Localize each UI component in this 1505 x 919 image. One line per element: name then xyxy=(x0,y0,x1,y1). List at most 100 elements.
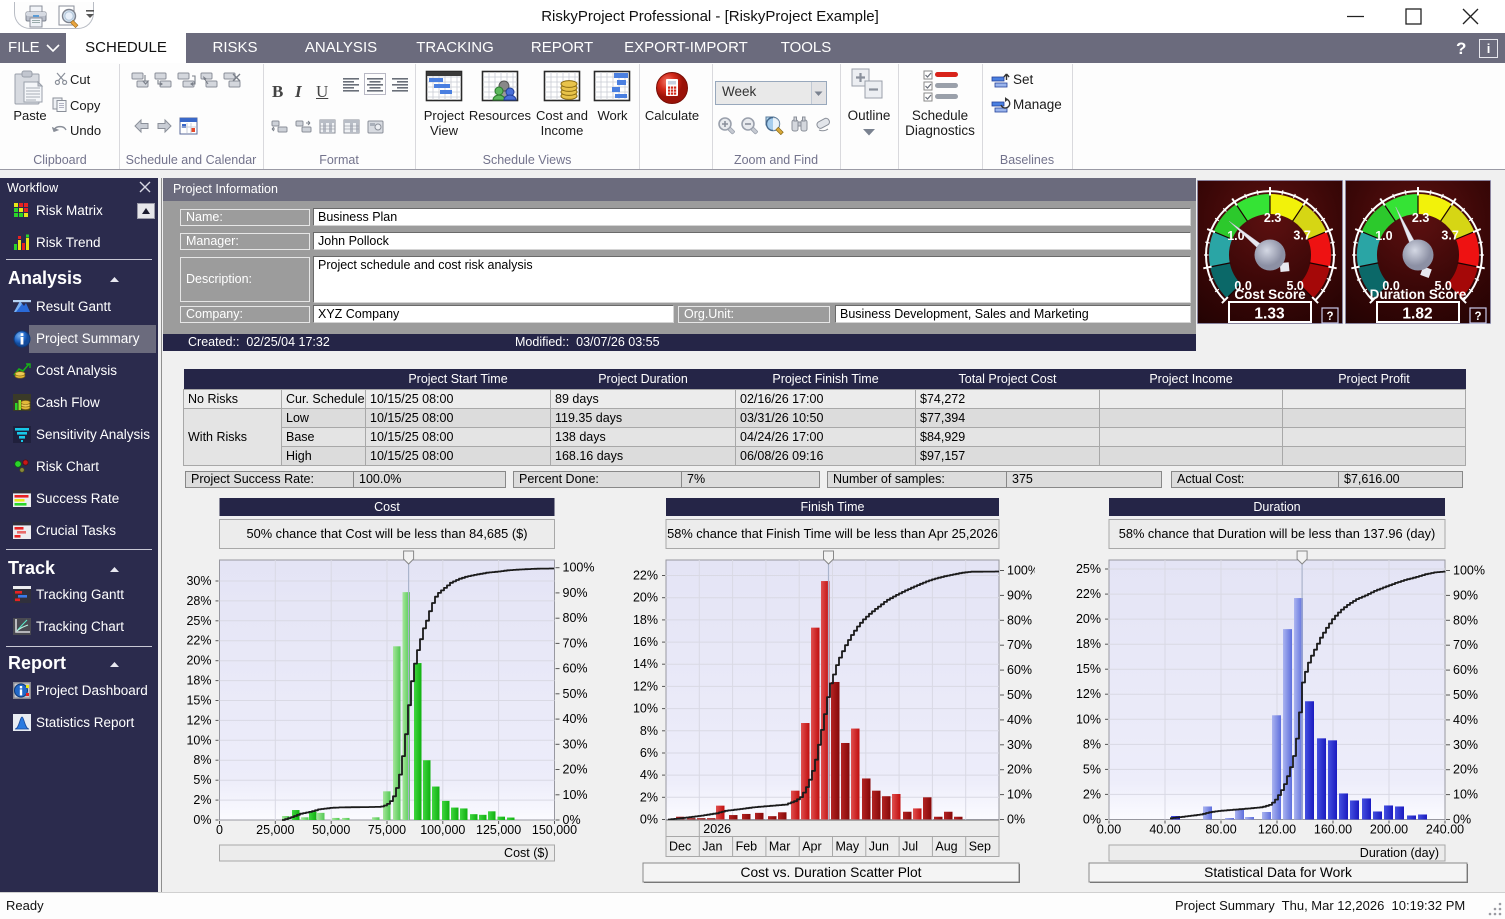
svg-text:8%: 8% xyxy=(640,724,658,738)
svg-text:125,000: 125,000 xyxy=(476,823,521,837)
svg-text:2%: 2% xyxy=(193,793,211,807)
svg-text:15%: 15% xyxy=(1076,662,1101,676)
svg-text:28%: 28% xyxy=(186,594,211,608)
svg-text:Statistical Data for Work: Statistical Data for Work xyxy=(1204,865,1352,880)
svg-text:90%: 90% xyxy=(1453,588,1478,602)
svg-text:16%: 16% xyxy=(633,635,658,649)
svg-text:40%: 40% xyxy=(1453,713,1478,727)
svg-text:10%: 10% xyxy=(1007,788,1032,802)
svg-text:20%: 20% xyxy=(633,591,658,605)
svg-text:25%: 25% xyxy=(1076,562,1101,576)
svg-text:75,000: 75,000 xyxy=(368,823,406,837)
svg-text:10%: 10% xyxy=(633,702,658,716)
svg-text:40.00: 40.00 xyxy=(1149,823,1180,837)
svg-text:2.3: 2.3 xyxy=(1264,211,1281,225)
svg-text:70%: 70% xyxy=(1453,638,1478,652)
svg-text:12%: 12% xyxy=(186,713,211,727)
svg-text:90%: 90% xyxy=(1007,588,1032,602)
svg-text:Cost ($): Cost ($) xyxy=(504,846,548,860)
svg-text:12%: 12% xyxy=(633,679,658,693)
svg-text:20%: 20% xyxy=(1076,612,1101,626)
svg-text:Aug: Aug xyxy=(935,840,957,854)
svg-text:60%: 60% xyxy=(563,662,588,676)
svg-text:20%: 20% xyxy=(1453,763,1478,777)
svg-text:0%: 0% xyxy=(193,813,211,827)
svg-text:2026: 2026 xyxy=(703,822,731,836)
svg-text:1.33: 1.33 xyxy=(1254,306,1285,323)
svg-text:?: ? xyxy=(1474,311,1481,323)
svg-text:50%: 50% xyxy=(1453,688,1478,702)
svg-text:8%: 8% xyxy=(193,753,211,767)
svg-text:2%: 2% xyxy=(640,790,658,804)
svg-text:30%: 30% xyxy=(186,574,211,588)
svg-text:8%: 8% xyxy=(1083,737,1101,751)
svg-text:15%: 15% xyxy=(186,694,211,708)
svg-text:100,000: 100,000 xyxy=(420,823,465,837)
svg-text:22%: 22% xyxy=(186,634,211,648)
svg-text:Duration (day): Duration (day) xyxy=(1360,846,1439,860)
svg-text:10%: 10% xyxy=(1453,788,1478,802)
svg-text:10%: 10% xyxy=(186,733,211,747)
svg-text:30%: 30% xyxy=(563,737,588,751)
svg-text:2%: 2% xyxy=(1083,787,1101,801)
svg-text:100%: 100% xyxy=(1007,564,1035,578)
svg-text:May: May xyxy=(836,840,860,854)
svg-text:80%: 80% xyxy=(1007,613,1032,627)
svg-text:50%: 50% xyxy=(563,687,588,701)
svg-text:240.00: 240.00 xyxy=(1426,823,1464,837)
svg-text:2.3: 2.3 xyxy=(1412,211,1429,225)
svg-text:22%: 22% xyxy=(633,569,658,583)
svg-text:100%: 100% xyxy=(1453,564,1485,578)
svg-text:25,000: 25,000 xyxy=(256,823,294,837)
svg-text:?: ? xyxy=(1326,311,1333,323)
svg-text:Duration: Duration xyxy=(1253,500,1300,514)
svg-text:100%: 100% xyxy=(563,561,595,575)
svg-text:4%: 4% xyxy=(640,768,658,782)
svg-text:Apr: Apr xyxy=(802,840,821,854)
svg-text:Cost: Cost xyxy=(374,500,400,514)
svg-text:Duration Score: Duration Score xyxy=(1370,287,1467,302)
svg-text:20%: 20% xyxy=(186,654,211,668)
svg-text:20%: 20% xyxy=(1007,763,1032,777)
svg-text:1.0: 1.0 xyxy=(1375,229,1392,243)
svg-text:Finish Time: Finish Time xyxy=(801,500,865,514)
svg-text:Mar: Mar xyxy=(769,840,791,854)
svg-text:30%: 30% xyxy=(1453,738,1478,752)
svg-text:18%: 18% xyxy=(1076,637,1101,651)
svg-text:Jun: Jun xyxy=(869,840,889,854)
svg-text:Cost Score: Cost Score xyxy=(1234,287,1306,302)
svg-text:20%: 20% xyxy=(563,763,588,777)
svg-text:Feb: Feb xyxy=(736,840,758,854)
svg-text:120.00: 120.00 xyxy=(1258,823,1296,837)
svg-text:0: 0 xyxy=(216,823,223,837)
svg-text:6%: 6% xyxy=(640,746,658,760)
svg-text:0%: 0% xyxy=(640,813,658,827)
svg-text:5%: 5% xyxy=(193,773,211,787)
svg-text:Jul: Jul xyxy=(902,840,918,854)
svg-text:150,000: 150,000 xyxy=(532,823,577,837)
svg-text:40%: 40% xyxy=(563,712,588,726)
svg-text:25%: 25% xyxy=(186,614,211,628)
svg-text:Dec: Dec xyxy=(669,840,691,854)
svg-text:60%: 60% xyxy=(1007,663,1032,677)
svg-text:10%: 10% xyxy=(1076,712,1101,726)
svg-text:50%: 50% xyxy=(1007,688,1032,702)
svg-text:90%: 90% xyxy=(563,586,588,600)
svg-text:160.00: 160.00 xyxy=(1314,823,1352,837)
svg-text:60%: 60% xyxy=(1453,663,1478,677)
svg-text:Cost vs. Duration Scatter Plot: Cost vs. Duration Scatter Plot xyxy=(741,865,922,880)
svg-text:50,000: 50,000 xyxy=(312,823,350,837)
svg-text:Jan: Jan xyxy=(702,840,722,854)
svg-text:0%: 0% xyxy=(1007,813,1025,827)
svg-text:3.7: 3.7 xyxy=(1293,229,1310,243)
svg-text:70%: 70% xyxy=(1007,638,1032,652)
svg-text:14%: 14% xyxy=(633,657,658,671)
svg-text:10%: 10% xyxy=(563,788,588,802)
svg-text:1.82: 1.82 xyxy=(1402,306,1432,323)
svg-text:Sep: Sep xyxy=(969,840,991,854)
svg-text:18%: 18% xyxy=(633,613,658,627)
svg-text:58% chance that Finish Time wi: 58% chance that Finish Time will be less… xyxy=(667,526,998,541)
svg-text:40%: 40% xyxy=(1007,713,1032,727)
svg-text:58% chance that Duration will: 58% chance that Duration will be less th… xyxy=(1119,526,1436,541)
svg-text:80%: 80% xyxy=(1453,613,1478,627)
